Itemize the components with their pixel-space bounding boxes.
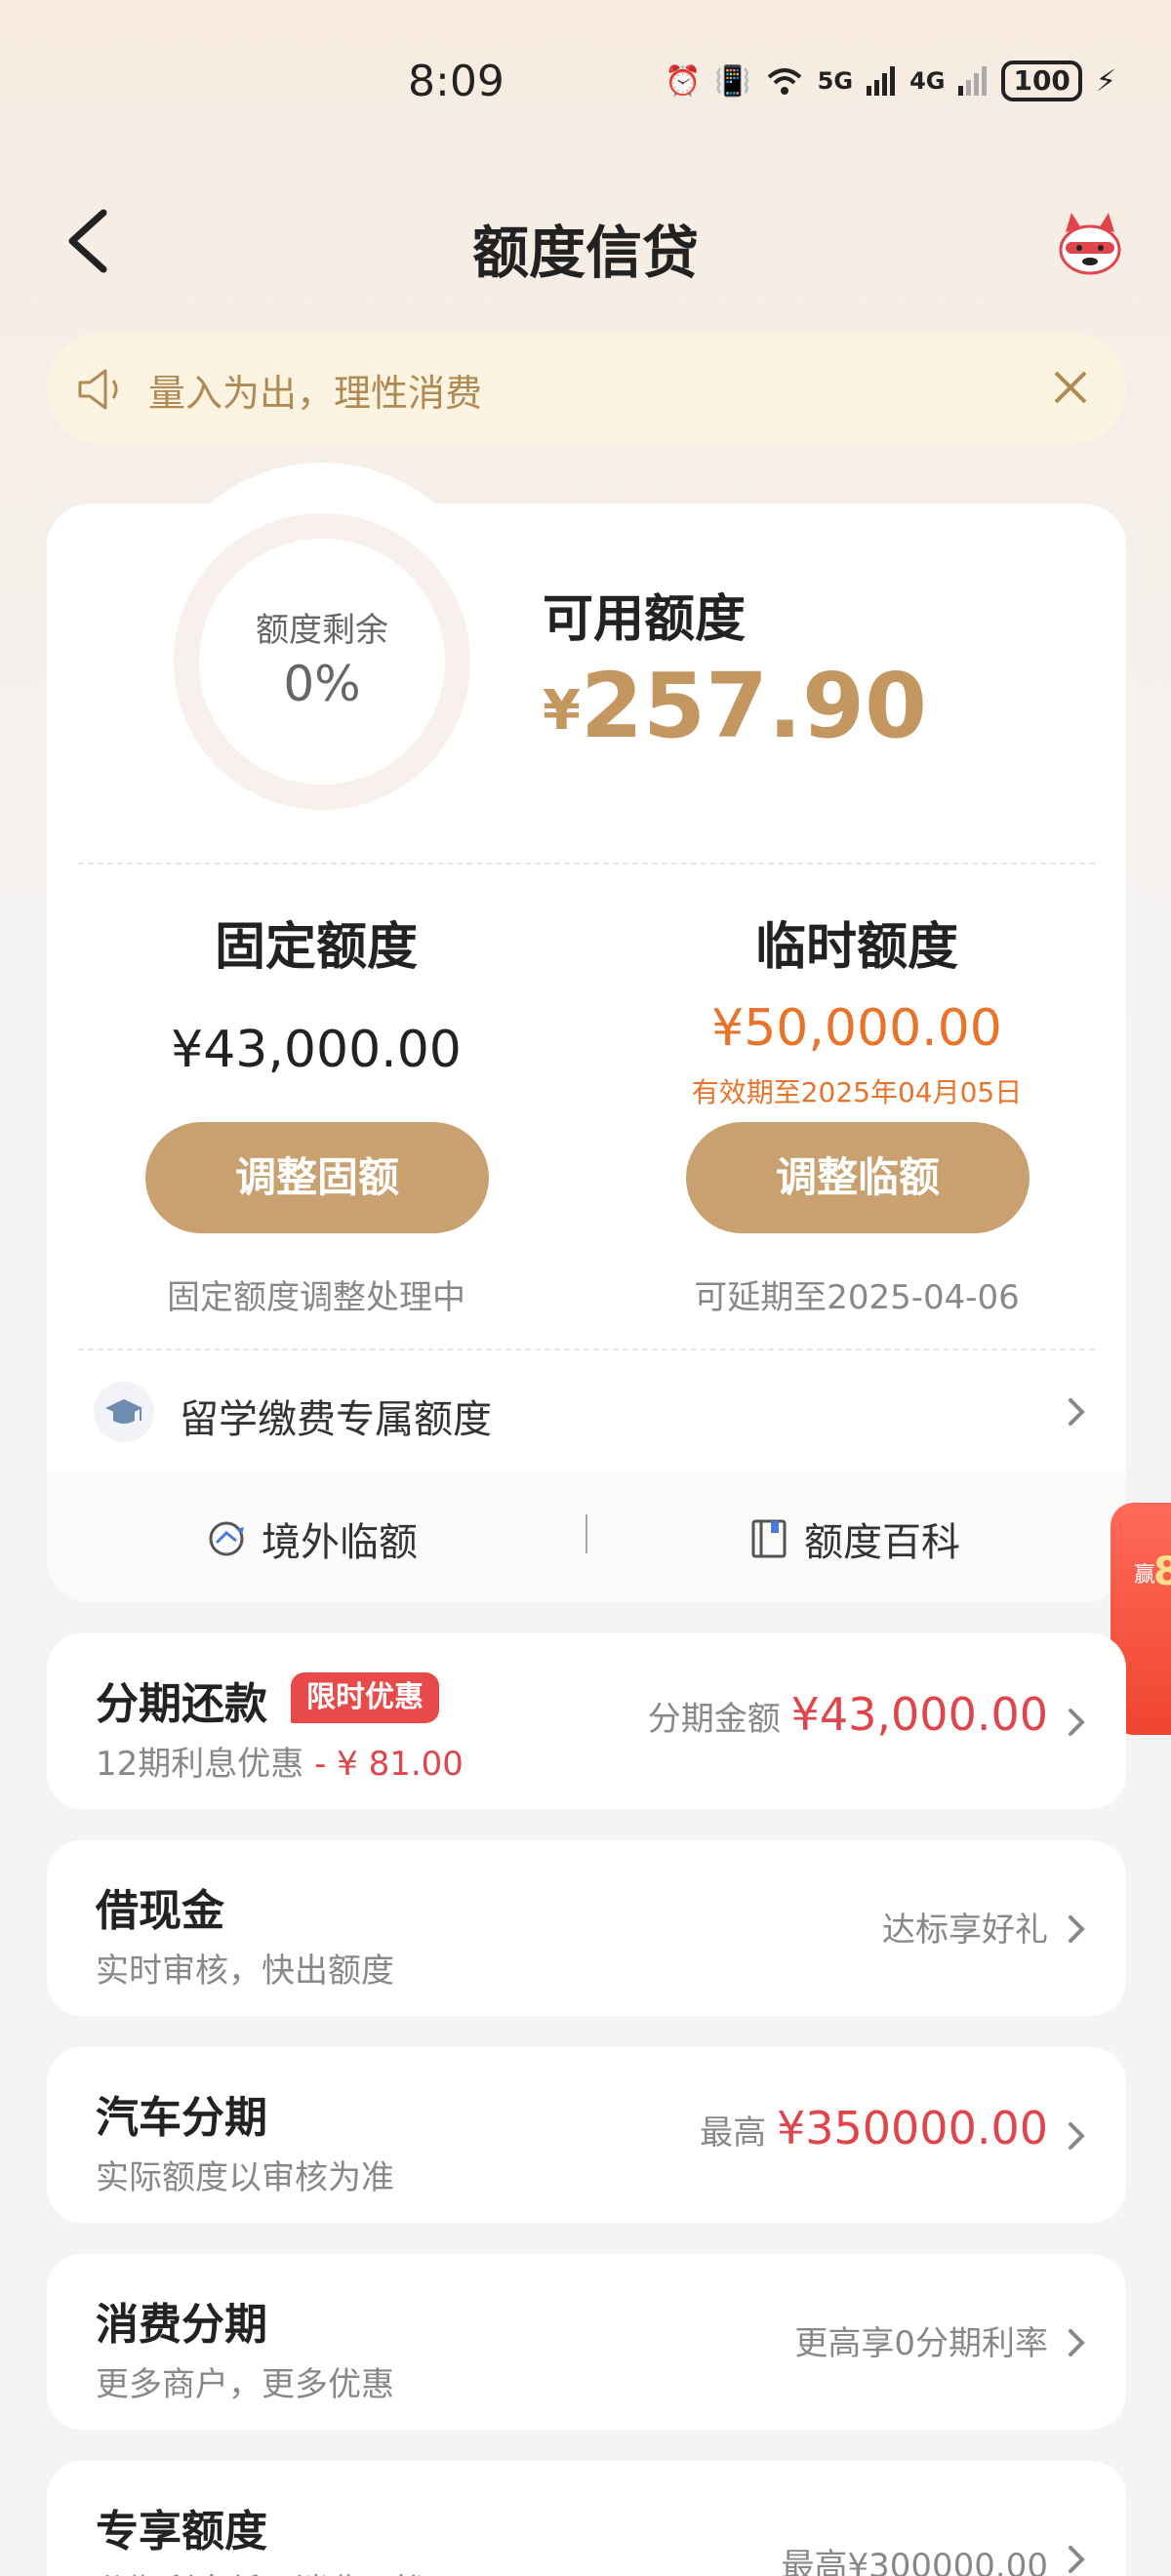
adjust-temp-button[interactable]: 调整临额 bbox=[686, 1122, 1030, 1233]
fixed-quota: 固定额度 ¥43,000.00 调整固额 固定额度调整处理中 bbox=[62, 906, 570, 1317]
list-item-subtitle: 实时审核，快出额度 bbox=[96, 1952, 394, 1991]
list-item-title: 汽车分期 bbox=[96, 2093, 267, 2143]
page-title: 额度信贷 bbox=[471, 220, 699, 286]
battery-level: 100 bbox=[1001, 60, 1082, 101]
available-label: 可用额度 bbox=[543, 590, 747, 649]
temp-quota-amount: ¥50,000.00 bbox=[711, 999, 1002, 1058]
divider bbox=[78, 1348, 1095, 1350]
subtitle-text: 12期利息优惠 bbox=[96, 1745, 304, 1784]
status-icons: ⏰ 📳 5G 4G 100 ⚡ bbox=[665, 60, 1116, 101]
mascot-icon[interactable] bbox=[1052, 209, 1128, 277]
fixed-quota-note: 固定额度调整处理中 bbox=[167, 1278, 465, 1317]
charging-icon: ⚡ bbox=[1095, 63, 1116, 99]
chevron-right-icon bbox=[1069, 2122, 1085, 2150]
list-item-installment-repay[interactable]: 分期还款 限时优惠 12期利息优惠 - ¥ 81.00 分期金额 ¥43,000… bbox=[47, 1633, 1126, 1809]
globe-refresh-icon bbox=[209, 1521, 244, 1556]
list-item-title: 分期还款 bbox=[96, 1679, 267, 1729]
available-value: 257.90 bbox=[580, 654, 927, 758]
chevron-right-icon bbox=[1069, 2546, 1085, 2573]
temp-quota-note: 可延期至2025-04-06 bbox=[694, 1278, 1020, 1317]
speaker-icon bbox=[78, 369, 118, 410]
close-icon[interactable] bbox=[1050, 367, 1091, 408]
quota-wiki-link[interactable]: 额度百科 bbox=[747, 1510, 960, 1567]
list-item-borrow-cash[interactable]: 借现金 实时审核，快出额度 达标享好礼 bbox=[47, 1840, 1126, 2016]
temp-quota-title: 临时额度 bbox=[754, 918, 958, 977]
chevron-right-icon bbox=[1069, 1398, 1085, 1426]
list-item-title: 消费分期 bbox=[96, 2300, 267, 2350]
notice-text: 量入为出，理性消费 bbox=[148, 372, 483, 415]
header: 额度信贷 bbox=[0, 185, 1171, 293]
list-item-title: 专享额度 bbox=[96, 2507, 267, 2556]
adjust-fixed-button[interactable]: 调整固额 bbox=[145, 1122, 489, 1233]
list-item-right: 更高享0分期利率 bbox=[794, 2324, 1048, 2363]
signal-bars-weak-icon bbox=[958, 66, 988, 96]
side-promo-number: 8 bbox=[1153, 1550, 1171, 1594]
book-icon bbox=[751, 1519, 787, 1558]
study-icon-bg bbox=[94, 1382, 154, 1442]
promo-tag: 限时优惠 bbox=[291, 1672, 439, 1723]
list-item-right: 分期金额 ¥43,000.00 bbox=[648, 1688, 1048, 1741]
wifi-icon bbox=[767, 68, 801, 95]
right-label: 最高 bbox=[700, 2113, 767, 2153]
graduation-cap-icon bbox=[105, 1399, 142, 1424]
signal-4g-label: 4G bbox=[909, 67, 946, 95]
ring-value: 0% bbox=[283, 656, 361, 712]
fixed-quota-title: 固定额度 bbox=[214, 918, 418, 977]
status-bar: 8:09 ⏰ 📳 5G 4G 100 ⚡ bbox=[0, 0, 1171, 166]
study-abroad-label: 留学缴费专属额度 bbox=[180, 1397, 492, 1442]
list-item-right: 最高¥300000.00 bbox=[781, 2547, 1049, 2576]
status-time: 8:09 bbox=[408, 57, 505, 106]
study-abroad-quota-row[interactable]: 留学缴费专属额度 bbox=[47, 1352, 1126, 1469]
vibrate-icon: 📳 bbox=[714, 63, 751, 99]
list-item-car-installment[interactable]: 汽车分期 实际额度以审核为准 最高 ¥350000.00 bbox=[47, 2047, 1126, 2223]
list-item-subtitle: 更多商户，更多优惠 bbox=[96, 2365, 394, 2404]
list-item-consumer-installment[interactable]: 消费分期 更多商户，更多优惠 更高享0分期利率 bbox=[47, 2254, 1126, 2430]
available-amount: ¥257.90 bbox=[543, 654, 927, 758]
list-item-exclusive-quota[interactable]: 专享额度 分期利息低，消费无忧 最高¥300000.00 bbox=[47, 2461, 1126, 2576]
quota-wiki-label: 额度百科 bbox=[804, 1520, 960, 1565]
notice-banner: 量入为出，理性消费 bbox=[47, 332, 1126, 445]
list-item-subtitle: 实际额度以审核为准 bbox=[96, 2158, 394, 2197]
divider bbox=[78, 863, 1095, 865]
ring-label: 额度剩余 bbox=[256, 611, 388, 650]
discount-value: - ¥ 81.00 bbox=[314, 1745, 464, 1784]
card-footer: 境外临额 额度百科 bbox=[47, 1473, 1126, 1602]
list-item-title: 借现金 bbox=[96, 1886, 224, 1936]
temp-quota-expiry: 有效期至2025年04月05日 bbox=[691, 1076, 1023, 1108]
chevron-right-icon bbox=[1069, 1709, 1085, 1736]
list-item-subtitle: 12期利息优惠 - ¥ 81.00 bbox=[96, 1737, 464, 1785]
right-value: ¥350000.00 bbox=[776, 2102, 1048, 2154]
footer-separator bbox=[586, 1514, 587, 1553]
signal-bars-icon bbox=[867, 66, 896, 96]
right-label: 分期金额 bbox=[647, 1700, 781, 1739]
temp-quota: 临时额度 ¥50,000.00 有效期至2025年04月05日 调整临额 可延期… bbox=[603, 906, 1110, 1317]
list-item-right: 最高 ¥350000.00 bbox=[700, 2102, 1048, 2154]
list-item-subtitle: 分期利息低，消费无忧 bbox=[96, 2564, 427, 2576]
fixed-quota-amount: ¥43,000.00 bbox=[171, 1021, 462, 1079]
overseas-quota-label: 境外临额 bbox=[262, 1520, 418, 1565]
available-currency: ¥ bbox=[543, 679, 581, 743]
side-promo-text: 赢 bbox=[1134, 1563, 1156, 1588]
chevron-right-icon bbox=[1069, 2329, 1085, 2356]
overseas-quota-link[interactable]: 境外临额 bbox=[205, 1510, 418, 1567]
chevron-right-icon bbox=[1069, 1915, 1085, 1943]
alarm-icon: ⏰ bbox=[664, 63, 702, 99]
signal-5g-label: 5G bbox=[817, 67, 854, 95]
right-value: ¥43,000.00 bbox=[790, 1688, 1048, 1741]
list-item-right: 达标享好礼 bbox=[882, 1911, 1048, 1950]
